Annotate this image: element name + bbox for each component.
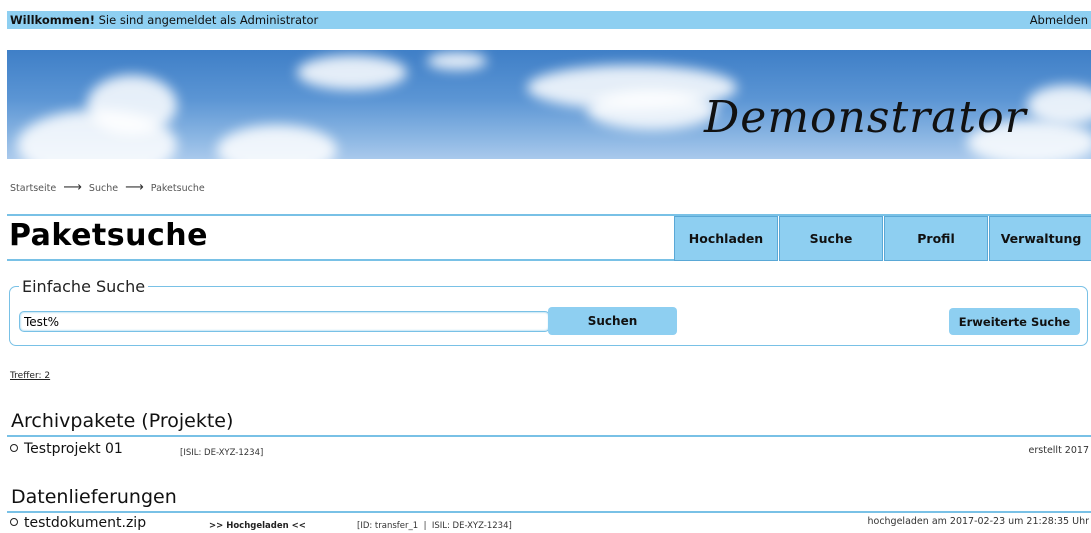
nav-profile-button[interactable]: Profil xyxy=(884,216,988,261)
deliveries-heading: Datenlieferungen xyxy=(11,486,177,508)
breadcrumb-item-search[interactable]: Suche xyxy=(89,183,118,194)
deliveries-divider xyxy=(7,511,1091,513)
search-button[interactable]: Suchen xyxy=(548,307,677,335)
archive-packages-heading: Archivpakete (Projekte) xyxy=(11,410,234,432)
logout-link[interactable]: Abmelden xyxy=(1030,11,1088,29)
circle-bullet-icon xyxy=(10,444,18,452)
breadcrumb-item-home[interactable]: Startseite xyxy=(10,183,56,194)
nav-admin-button[interactable]: Verwaltung xyxy=(989,216,1091,261)
arrow-right-icon: ⟶ xyxy=(125,180,144,195)
search-input[interactable] xyxy=(19,311,550,332)
delivery-item-meta: [ID: transfer_1 | ISIL: DE-XYZ-1234] xyxy=(357,521,512,531)
top-bar: Willkommen! Sie sind angemeldet als Admi… xyxy=(7,11,1091,29)
main-navigation: Hochladen Suche Profil Verwaltung xyxy=(674,216,1091,261)
nav-search-button[interactable]: Suche xyxy=(779,216,883,261)
circle-bullet-icon xyxy=(10,518,18,526)
hit-count: Treffer: 2 xyxy=(10,371,51,381)
site-title: Demonstrator xyxy=(704,92,1027,143)
welcome-text: Sie sind angemeldet als Administrator xyxy=(98,13,319,27)
header-banner: Demonstrator xyxy=(7,50,1091,159)
archive-item-name[interactable]: Testprojekt 01 xyxy=(10,441,123,457)
simple-search-legend: Einfache Suche xyxy=(19,277,149,296)
breadcrumb-item-current: Paketsuche xyxy=(150,183,205,194)
delivery-item-uploaded: hochgeladen am 2017-02-23 um 21:28:35 Uh… xyxy=(867,516,1089,527)
archive-item-meta: [ISIL: DE-XYZ-1234] xyxy=(180,448,264,458)
archive-divider xyxy=(7,435,1091,437)
advanced-search-button[interactable]: Erweiterte Suche xyxy=(949,308,1080,335)
archive-item-label: Testprojekt 01 xyxy=(24,441,123,457)
delivery-item-name[interactable]: testdokument.zip xyxy=(10,515,146,531)
delivery-item-status: >> Hochgeladen << xyxy=(209,521,306,531)
welcome-message: Willkommen! Sie sind angemeldet als Admi… xyxy=(10,11,318,29)
delivery-item-label: testdokument.zip xyxy=(24,515,147,531)
arrow-right-icon: ⟶ xyxy=(63,180,82,195)
archive-item-created: erstellt 2017 xyxy=(1028,445,1089,456)
title-divider-bottom xyxy=(7,259,674,261)
welcome-bold: Willkommen! xyxy=(10,13,95,27)
nav-upload-button[interactable]: Hochladen xyxy=(674,216,778,261)
breadcrumb: Startseite ⟶ Suche ⟶ Paketsuche xyxy=(10,180,209,195)
page-title: Paketsuche xyxy=(9,218,208,253)
